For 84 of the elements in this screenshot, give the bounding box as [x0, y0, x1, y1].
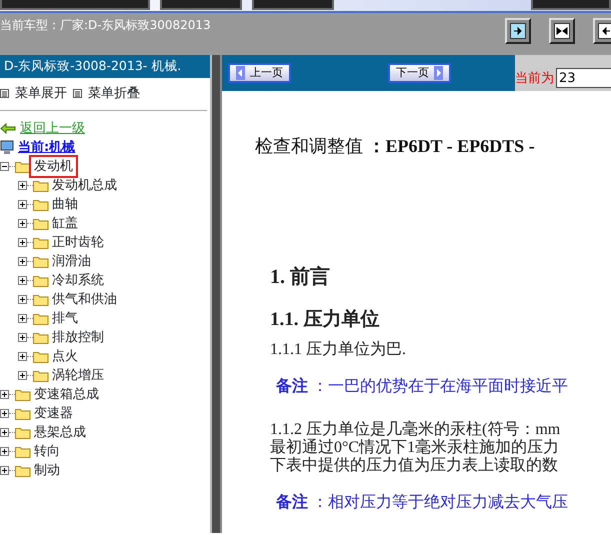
expand-toggle[interactable] [18, 314, 27, 323]
expand-toggle[interactable] [18, 352, 27, 361]
splitter-bar[interactable] [210, 55, 220, 533]
tree-item[interactable]: 排放控制 [49, 328, 107, 348]
page-number-field[interactable]: 23 [556, 68, 611, 88]
tree-item[interactable]: 排气 [49, 308, 81, 328]
folder-icon [33, 350, 49, 363]
tree-item[interactable]: 润滑油 [49, 252, 94, 272]
text-line: 1.1.2 压力单位是几毫米的汞柱(符号：mm [270, 420, 562, 438]
expand-toggle[interactable] [18, 371, 27, 380]
folder-icon [15, 426, 31, 439]
folder-icon [33, 369, 49, 382]
tree-item[interactable]: 涡轮增压 [49, 366, 107, 386]
tree-item[interactable]: 缸盖 [49, 214, 81, 234]
folder-icon [15, 160, 31, 173]
menu-action[interactable]: 菜单折叠 [88, 84, 140, 102]
folder-icon [33, 255, 49, 268]
tree-item[interactable]: 悬架总成 [31, 422, 89, 442]
arrow-icon [556, 26, 568, 36]
expand-toggle[interactable] [0, 447, 9, 456]
expand-toggle[interactable] [18, 219, 27, 228]
tree-item[interactable]: 转向 [31, 442, 63, 462]
text-line: 下表中提供的压力值为压力表上读取的数 [270, 456, 559, 474]
back-arrow-icon [0, 123, 16, 134]
tree-item[interactable]: 发动机总成 [49, 176, 120, 196]
folder-icon [33, 179, 49, 192]
expand-toggle[interactable] [0, 390, 9, 399]
folder-icon [15, 407, 31, 420]
folder-icon [15, 464, 31, 477]
expand-toggle[interactable] [18, 200, 27, 209]
folder-icon [33, 198, 49, 211]
tree-item[interactable]: 变速器 [31, 404, 76, 424]
computer-icon [0, 140, 14, 155]
tree-item[interactable]: 发动机 [31, 156, 76, 176]
expand-toggle[interactable] [0, 466, 9, 475]
paragraph: 1.1.1 压力单位为巴. [270, 340, 407, 358]
folder-icon [33, 331, 49, 344]
expand-toggle[interactable] [18, 181, 27, 190]
expand-toggle[interactable] [18, 238, 27, 247]
tree-item[interactable]: 冷却系统 [49, 270, 107, 290]
note-text: 备注 ：一巴的优势在于在海平面时接近平 [276, 376, 569, 396]
expand-toggle[interactable] [0, 409, 9, 418]
folder-icon [33, 274, 49, 287]
view-toggle-button[interactable] [549, 18, 575, 44]
expand-toggle[interactable] [18, 257, 27, 266]
folder-icon [33, 293, 49, 306]
tree-item[interactable]: 供气和供油 [49, 290, 120, 310]
folder-icon [33, 217, 49, 230]
tree-item[interactable]: 曲轴 [49, 194, 81, 214]
right-arrow-icon [434, 66, 443, 80]
menu-action[interactable]: 菜单展开 [15, 84, 67, 102]
vehicle-label: 当前车型：厂家:D-东风标致30082013 [0, 17, 211, 34]
tree-item[interactable]: 正时齿轮 [49, 232, 107, 252]
expand-toggle[interactable] [18, 333, 27, 342]
folder-icon [33, 236, 49, 249]
toolbar-button[interactable] [160, 0, 242, 10]
document-title: 检查和调整值 ：EP6DT - EP6DTS - [255, 135, 536, 158]
toolbar-button[interactable] [0, 0, 150, 10]
next-page-button[interactable]: 下一页 [388, 63, 451, 83]
previous-page-button[interactable]: 上一页 [228, 63, 291, 83]
tree-item[interactable]: 制动 [31, 460, 63, 480]
note-text: 备注 ：相对压力等于绝对压力减去大气压 [276, 492, 569, 512]
folder-icon [33, 312, 49, 325]
current-node-label: 当前:机械 [18, 138, 76, 157]
back-link[interactable]: 返回上一级 [20, 118, 85, 138]
sidebar-title: D-东风标致-3008-2013- 机械. [0, 55, 210, 78]
view-toggle-button[interactable] [505, 18, 531, 44]
section-heading: 1. 前言 [270, 264, 331, 290]
arrow-icon [600, 26, 611, 36]
current-page-label: 当前为 [515, 70, 554, 88]
expand-toggle[interactable] [18, 295, 27, 304]
toolbar-button[interactable] [531, 0, 611, 10]
subsection-heading: 1.1. 压力单位 [270, 308, 380, 332]
folder-icon [15, 388, 31, 401]
toolbar-button[interactable] [252, 0, 334, 10]
tree-item[interactable]: 变速箱总成 [31, 384, 102, 404]
expand-toggle[interactable] [0, 428, 9, 437]
text-line: 最初通过0°C情况下1毫米汞柱施加的压力 [270, 438, 560, 456]
folder-icon [15, 445, 31, 458]
expand-toggle[interactable] [18, 276, 27, 285]
arrow-icon [512, 26, 524, 36]
left-arrow-icon [236, 66, 245, 80]
tree-item[interactable]: 点火 [49, 346, 81, 366]
collapse-toggle[interactable] [0, 162, 9, 171]
